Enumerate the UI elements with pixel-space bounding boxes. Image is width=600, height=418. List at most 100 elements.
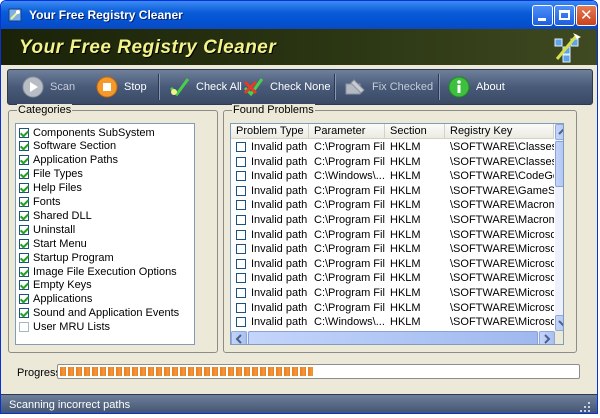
chevron-down-icon bbox=[558, 320, 563, 327]
scroll-down-button[interactable] bbox=[555, 315, 563, 331]
category-checkbox[interactable] bbox=[19, 266, 29, 277]
window-title: Your Free Registry Cleaner bbox=[29, 8, 183, 22]
category-item[interactable]: Startup Program bbox=[19, 251, 114, 264]
row-checkbox[interactable] bbox=[236, 244, 246, 255]
row-checkbox[interactable] bbox=[236, 317, 246, 328]
category-checkbox[interactable] bbox=[19, 210, 29, 221]
category-item[interactable]: Shared DLL bbox=[19, 209, 92, 222]
table-row[interactable]: Invalid path C:\Program Fil... HKLM \SOFTWA… bbox=[231, 140, 554, 155]
table-row[interactable]: Invalid path C:\Program Fil... HKLM \SOFTWA… bbox=[231, 257, 554, 272]
column-header[interactable]: Registry Key bbox=[445, 124, 554, 139]
horizontal-scrollbar[interactable] bbox=[231, 331, 555, 344]
row-checkbox[interactable] bbox=[236, 142, 246, 152]
table-row[interactable]: Invalid path C:\Program Fil... HKLM \SOFTWA… bbox=[231, 301, 554, 316]
minimize-button[interactable] bbox=[532, 5, 553, 26]
vertical-scroll-thumb[interactable] bbox=[555, 141, 563, 187]
horizontal-scroll-thumb[interactable] bbox=[248, 331, 538, 344]
table-row[interactable]: Invalid path C:\Windows\... HKLM \SOFTWARE\… bbox=[231, 169, 554, 184]
column-header[interactable]: Problem Type bbox=[231, 124, 309, 139]
category-item[interactable]: Sound and Application Events bbox=[19, 307, 179, 320]
check-none-button[interactable]: Check None bbox=[242, 73, 331, 101]
table-cell: C:\Program Fil... bbox=[314, 257, 385, 270]
table-cell: \SOFTWARE\Microsoft\ bbox=[450, 272, 554, 285]
category-checkbox[interactable] bbox=[19, 294, 29, 305]
table-cell: C:\Program Fil... bbox=[314, 243, 385, 256]
title-bar[interactable]: Your Free Registry Cleaner ✕ bbox=[1, 1, 597, 29]
category-checkbox[interactable] bbox=[19, 197, 29, 207]
category-checkbox[interactable] bbox=[19, 141, 29, 152]
category-checkbox[interactable] bbox=[19, 183, 29, 194]
table-cell: Invalid path bbox=[251, 228, 308, 241]
category-label: Image File Execution Options bbox=[33, 265, 177, 278]
scan-button[interactable]: Scan bbox=[22, 73, 75, 101]
category-checkbox[interactable] bbox=[19, 308, 29, 319]
category-checkbox[interactable] bbox=[19, 280, 29, 291]
chevron-right-icon bbox=[544, 334, 551, 344]
table-cell: HKLM bbox=[390, 257, 421, 270]
table-row[interactable]: Invalid path C:\Program Fil... HKLM \SOFTWA… bbox=[231, 213, 554, 228]
category-label: Start Menu bbox=[33, 237, 87, 250]
row-checkbox[interactable] bbox=[236, 171, 246, 182]
stop-button[interactable]: Stop bbox=[96, 73, 147, 101]
category-checkbox[interactable] bbox=[19, 169, 29, 180]
category-checkbox[interactable] bbox=[19, 322, 29, 333]
row-checkbox[interactable] bbox=[236, 185, 246, 196]
resize-grip-icon[interactable] bbox=[579, 401, 591, 413]
category-item[interactable]: Empty Keys bbox=[19, 279, 92, 292]
category-item[interactable]: Image File Execution Options bbox=[19, 265, 177, 278]
row-checkbox[interactable] bbox=[236, 156, 246, 167]
table-cell: C:\Windows\... bbox=[314, 316, 385, 329]
fix-checked-button[interactable]: Fix Checked bbox=[344, 73, 433, 101]
maximize-button[interactable] bbox=[554, 5, 575, 26]
row-checkbox[interactable] bbox=[236, 273, 246, 284]
table-row[interactable]: Invalid path C:\Program Fil... HKLM \SOFTWA… bbox=[231, 184, 554, 199]
table-row[interactable]: Invalid path C:\Program Fil... HKLM \SOFTWA… bbox=[231, 242, 554, 257]
scroll-up-button[interactable] bbox=[555, 124, 563, 140]
category-item[interactable]: Fonts bbox=[19, 196, 61, 209]
table-row[interactable]: Invalid path C:\Program Fil... HKLM \SOFTWA… bbox=[231, 228, 554, 243]
row-checkbox[interactable] bbox=[236, 215, 246, 225]
column-header[interactable]: Section bbox=[385, 124, 445, 139]
category-item[interactable]: User MRU Lists bbox=[19, 321, 110, 334]
app-icon bbox=[8, 8, 22, 22]
row-checkbox[interactable] bbox=[236, 302, 246, 313]
category-item[interactable]: Start Menu bbox=[19, 237, 87, 250]
row-checkbox[interactable] bbox=[236, 200, 246, 211]
vertical-scrollbar[interactable] bbox=[555, 124, 563, 331]
category-item[interactable]: File Types bbox=[19, 168, 83, 181]
category-item[interactable]: Components SubSystem bbox=[19, 126, 155, 139]
scroll-right-button[interactable] bbox=[539, 331, 555, 344]
row-checkbox[interactable] bbox=[236, 229, 246, 240]
table-cell: C:\Program Fil... bbox=[314, 184, 385, 197]
category-checkbox[interactable] bbox=[19, 252, 29, 263]
check-all-button[interactable]: Check All bbox=[168, 73, 242, 101]
table-row[interactable]: Invalid path C:\Program Fil... HKLM \SOFTWA… bbox=[231, 286, 554, 301]
category-checkbox[interactable] bbox=[19, 155, 29, 166]
category-item[interactable]: Software Section bbox=[19, 140, 116, 153]
row-checkbox[interactable] bbox=[236, 258, 246, 269]
category-checkbox[interactable] bbox=[19, 224, 29, 235]
table-row[interactable]: Invalid path C:\Program Fil... HKLM \SOFTWA… bbox=[231, 271, 554, 286]
category-item[interactable]: Application Paths bbox=[19, 154, 118, 167]
table-cell: \SOFTWARE\Macromed bbox=[450, 199, 554, 212]
category-item[interactable]: Applications bbox=[19, 293, 92, 306]
table-cell: HKLM bbox=[390, 272, 421, 285]
table-row[interactable]: Invalid path C:\Windows\... HKLM \SOFTWARE\… bbox=[231, 315, 554, 330]
category-item[interactable]: Uninstall bbox=[19, 223, 75, 236]
column-header[interactable]: Parameter bbox=[309, 124, 385, 139]
table-cell: Invalid path bbox=[251, 155, 308, 168]
table-row[interactable]: Invalid path C:\Program Fil... HKLM \SOFTWA… bbox=[231, 198, 554, 213]
category-item[interactable]: Help Files bbox=[19, 182, 82, 195]
table-row[interactable]: Invalid path C:\Program Fil... HKLM \SOFTWA… bbox=[231, 155, 554, 170]
row-checkbox[interactable] bbox=[236, 288, 246, 298]
table-cell: C:\Windows\... bbox=[314, 170, 385, 183]
maximize-icon bbox=[559, 10, 570, 20]
table-cell: Invalid path bbox=[251, 184, 308, 197]
close-button[interactable]: ✕ bbox=[576, 5, 597, 26]
table-cell: HKLM bbox=[390, 228, 421, 241]
category-checkbox[interactable] bbox=[19, 127, 29, 138]
scroll-left-button[interactable] bbox=[231, 331, 247, 344]
check-none-icon bbox=[243, 78, 264, 97]
category-checkbox[interactable] bbox=[19, 238, 29, 249]
about-button[interactable]: About bbox=[448, 73, 505, 101]
